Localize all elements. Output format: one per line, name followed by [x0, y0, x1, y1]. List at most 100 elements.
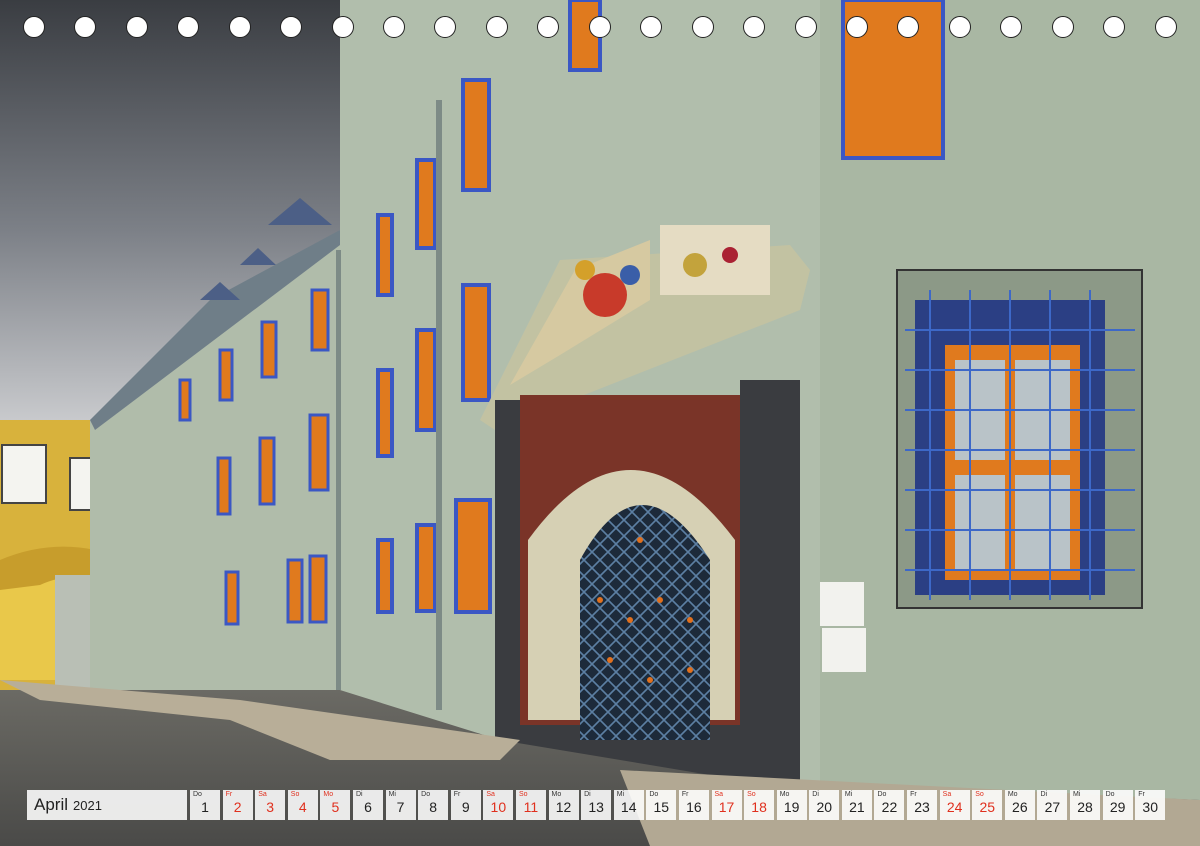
day-cell: So 11	[515, 790, 546, 820]
day-number: 29	[1109, 799, 1126, 815]
day-number: 8	[429, 799, 438, 815]
weekday-abbrev: Fr	[910, 791, 917, 798]
day-cells: Do 1 Fr 2 Sa 3 So 4 Mo 5 Di 6 Mi 7 Do 8 Fr 9 Sa 10 So 11 Mo 12 D…	[190, 790, 1168, 820]
day-number: 22	[881, 799, 898, 815]
weekday-abbrev: Mi	[616, 791, 625, 798]
day-cell: Mi 21	[841, 790, 872, 820]
year: 2021	[73, 797, 102, 813]
weekday-abbrev: Mi	[388, 791, 396, 798]
binding-hole	[1000, 16, 1022, 38]
day-number: 7	[396, 799, 405, 815]
day-number: 13	[588, 799, 604, 815]
binding-hole	[1155, 16, 1177, 38]
weekday-abbrev: Mo	[323, 791, 334, 798]
weekday-abbrev: So	[975, 791, 984, 798]
binding-holes	[0, 16, 1200, 42]
day-cell: So 18	[744, 790, 775, 820]
drainpipe	[436, 100, 442, 710]
day-number: 6	[364, 799, 372, 815]
day-cell: So 4	[287, 790, 318, 820]
binding-hole	[280, 16, 302, 38]
day-number: 27	[1044, 799, 1061, 815]
day-cell: Do 8	[418, 790, 449, 820]
day-cell: Sa 17	[711, 790, 742, 820]
day-cell: Sa 3	[255, 790, 286, 820]
day-number: 25	[979, 799, 996, 815]
day-number: 20	[816, 799, 833, 815]
day-cell: Di 13	[581, 790, 612, 820]
binding-hole	[383, 16, 405, 38]
day-number: 19	[783, 799, 800, 815]
binding-hole	[846, 16, 868, 38]
binding-hole	[692, 16, 714, 38]
day-number: 4	[298, 799, 307, 815]
weekday-abbrev: Do	[421, 791, 431, 798]
day-number: 23	[914, 799, 930, 815]
day-number: 1	[201, 799, 209, 815]
day-number: 18	[751, 799, 767, 815]
day-number: 30	[1142, 799, 1158, 815]
weekday-abbrev: Sa	[486, 791, 495, 798]
day-cell: Fr 23	[907, 790, 938, 820]
day-number: 15	[653, 799, 670, 815]
weekday-abbrev: So	[518, 791, 528, 798]
day-cell: Di 20	[809, 790, 840, 820]
binding-hole	[537, 16, 559, 38]
day-cell: Mo 26	[1004, 790, 1035, 820]
binding-hole	[229, 16, 251, 38]
binding-hole	[74, 16, 96, 38]
day-number: 28	[1077, 799, 1093, 815]
day-number: 16	[686, 799, 702, 815]
day-cell: Do 15	[646, 790, 677, 820]
binding-hole	[743, 16, 765, 38]
weekday-abbrev: Fr	[1138, 791, 1145, 798]
day-cell: So 25	[972, 790, 1003, 820]
day-cell: Fr 2	[222, 790, 253, 820]
binding-hole	[795, 16, 817, 38]
binding-hole	[434, 16, 456, 38]
weekday-abbrev: Sa	[942, 791, 952, 798]
day-cell: Mo 12	[548, 790, 579, 820]
weekday-abbrev: Di	[355, 791, 363, 798]
weekday-abbrev: Fr	[225, 791, 233, 798]
month-label-box: April 2021	[27, 790, 187, 820]
day-number: 3	[266, 799, 275, 815]
weekday-abbrev: Do	[193, 791, 202, 798]
weekday-abbrev: Fr	[681, 791, 689, 798]
binding-hole	[126, 16, 148, 38]
weekday-abbrev: Do	[649, 791, 659, 798]
day-number: 9	[461, 799, 470, 815]
binding-hole	[949, 16, 971, 38]
binding-hole	[332, 16, 354, 38]
binding-hole	[23, 16, 45, 38]
day-cell: Sa 24	[939, 790, 970, 820]
day-cell: Fr 16	[678, 790, 709, 820]
binding-hole	[1103, 16, 1125, 38]
day-cell: Mo 5	[320, 790, 351, 820]
binding-hole	[486, 16, 508, 38]
weekday-abbrev: Di	[1040, 791, 1048, 798]
background-photo	[0, 0, 1200, 846]
day-number: 17	[718, 799, 735, 815]
day-cell: Mi 28	[1070, 790, 1101, 820]
day-number: 14	[620, 799, 637, 815]
weekday-abbrev: Do	[877, 791, 887, 798]
day-cell: Do 29	[1102, 790, 1133, 820]
calendar-bar: April 2021 Do 1 Fr 2 Sa 3 So 4 Mo 5 Di 6 Mi 7 Do 8 Fr 9 Sa…	[27, 790, 1173, 820]
day-number: 5	[331, 799, 340, 815]
day-number: 10	[490, 799, 507, 815]
binding-hole	[177, 16, 199, 38]
day-cell: Do 1	[190, 790, 220, 820]
month-name: April	[34, 795, 69, 814]
weekday-abbrev: So	[747, 791, 756, 798]
weekday-abbrev: Di	[584, 791, 591, 798]
day-cell: Fr 9	[450, 790, 481, 820]
binding-hole	[640, 16, 662, 38]
day-cell: Mi 7	[385, 790, 416, 820]
weekday-abbrev: Do	[1105, 791, 1115, 798]
weekday-abbrev: Mo	[1007, 791, 1018, 798]
day-number: 24	[946, 799, 963, 815]
binding-hole	[1052, 16, 1074, 38]
day-cell: Sa 10	[483, 790, 514, 820]
day-cell: Di 27	[1037, 790, 1068, 820]
